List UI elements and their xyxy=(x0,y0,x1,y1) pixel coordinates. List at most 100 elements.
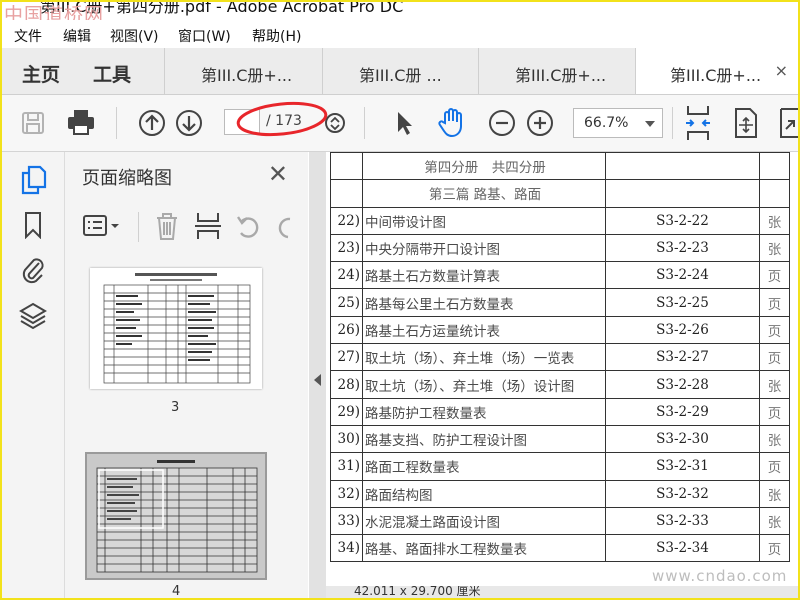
thumbnail-page-number: 3 xyxy=(171,400,180,415)
row-code: S3-2-22 xyxy=(605,206,760,235)
page-thumbnail-4-selected[interactable] xyxy=(87,454,265,578)
menu-help[interactable]: 帮助(H) xyxy=(252,26,301,46)
row-title: 路基每公里土石方数量表 xyxy=(362,288,606,317)
table-row: 34) 路基、路面排水工程数量表 S3-2-34 页 xyxy=(330,534,790,563)
row-number: 26) xyxy=(330,315,363,345)
row-code: S3-2-27 xyxy=(605,343,760,372)
previous-page-icon[interactable] xyxy=(137,108,167,138)
row-code: S3-2-26 xyxy=(605,315,760,345)
row-number: 29) xyxy=(330,397,363,426)
row-number: 23) xyxy=(330,233,363,263)
red-annotation-ellipse-icon xyxy=(236,101,328,137)
row-number: 34) xyxy=(330,534,363,563)
zoom-out-icon[interactable] xyxy=(487,108,517,138)
full-screen-icon[interactable] xyxy=(731,105,761,141)
menu-view[interactable]: 视图(V) xyxy=(110,26,159,46)
thumbnail-options-icon[interactable] xyxy=(82,212,122,240)
doc-tab-label: 第III.C册 ... xyxy=(359,66,442,85)
close-tab-icon[interactable]: × xyxy=(775,61,788,80)
rotate-clockwise-icon[interactable] xyxy=(275,212,295,242)
toolbar: / 173 66.7% xyxy=(2,95,798,152)
row-unit: 页 xyxy=(759,315,790,345)
save-icon[interactable] xyxy=(18,109,48,137)
table-row: 31) 路面工程数量表 S3-2-31 页 xyxy=(330,452,790,481)
navigation-pane-rail xyxy=(2,152,65,598)
layers-icon[interactable] xyxy=(18,300,48,332)
bookmark-icon[interactable] xyxy=(22,210,44,240)
row-code: S3-2-29 xyxy=(605,397,760,426)
panel-collapse-strip[interactable] xyxy=(309,152,326,598)
select-arrow-icon[interactable] xyxy=(390,108,418,138)
panel-title: 页面缩略图 xyxy=(82,168,172,189)
tab-bar: 主页 工具 第III.C册+... 第III.C册 ... 第III.C册+..… xyxy=(2,48,798,95)
zoom-level-select[interactable]: 66.7% xyxy=(573,108,663,138)
row-title: 路基支挡、防护工程设计图 xyxy=(362,424,606,454)
hand-tool-icon[interactable] xyxy=(435,105,469,139)
doc-tab-4-active[interactable]: 第III.C册+... × xyxy=(635,48,798,94)
table-row: 23) 中央分隔带开口设计图 S3-2-23 张 xyxy=(330,233,790,263)
page-preview-icon xyxy=(103,273,251,384)
row-unit: 页 xyxy=(759,261,790,290)
table-row: 30) 路基支挡、防护工程设计图 S3-2-30 张 xyxy=(330,424,790,454)
table-row: 22) 中间带设计图 S3-2-22 张 xyxy=(330,206,790,235)
row-title: 路基土石方数量计算表 xyxy=(362,261,606,290)
row-code: S3-2-32 xyxy=(605,479,760,508)
row-title: 取土坑（场）、弃土堆（场）一览表 xyxy=(362,343,606,372)
row-number: 32) xyxy=(330,479,363,508)
row-number: 27) xyxy=(330,343,363,372)
row-unit: 页 xyxy=(759,288,790,317)
table-row: 29) 路基防护工程数量表 S3-2-29 页 xyxy=(330,397,790,426)
row-number: 31) xyxy=(330,452,363,481)
export-icon[interactable] xyxy=(778,105,798,141)
rotate-counterclockwise-icon[interactable] xyxy=(235,212,263,242)
menu-window[interactable]: 窗口(W) xyxy=(178,26,231,46)
close-panel-icon[interactable]: ✕ xyxy=(268,160,288,188)
tab-home[interactable]: 主页 xyxy=(22,60,60,87)
delete-page-icon[interactable] xyxy=(153,210,181,242)
row-title: 路面工程数量表 xyxy=(362,452,606,481)
status-bar: 42.011 x 29.700 厘米 xyxy=(326,586,798,598)
menu-file[interactable]: 文件 xyxy=(14,26,42,46)
title-bar: 第III.C册+第四分册.pdf - Adobe Acrobat Pro DC … xyxy=(2,2,798,20)
row-unit: 页 xyxy=(759,452,790,481)
row-code: S3-2-25 xyxy=(605,288,760,317)
menu-edit[interactable]: 编辑 xyxy=(63,26,91,46)
toolbar-separator xyxy=(364,107,365,139)
watermark-bottom: www.cndao.com xyxy=(652,567,788,585)
page-preview-icon xyxy=(96,460,258,573)
table-row: 28) 取土坑（场）、弃土堆（场）设计图 S3-2-28 张 xyxy=(330,370,790,399)
tab-tools[interactable]: 工具 xyxy=(93,60,131,87)
row-number: 22) xyxy=(330,206,363,235)
zoom-level-value: 66.7% xyxy=(584,115,629,131)
row-title: 取土坑（场）、弃土堆（场）设计图 xyxy=(362,370,606,399)
row-unit: 张 xyxy=(759,506,790,536)
chevron-down-icon xyxy=(645,121,655,127)
row-number: 25) xyxy=(330,288,363,317)
table-row: 24) 路基土石方数量计算表 S3-2-24 页 xyxy=(330,261,790,290)
doc-tab-1[interactable]: 第III.C册+... xyxy=(164,48,322,94)
row-code: S3-2-23 xyxy=(605,233,760,263)
doc-tab-3[interactable]: 第III.C册+... xyxy=(478,48,636,94)
doc-tab-2[interactable]: 第III.C册 ... xyxy=(322,48,480,94)
section-header: 第三篇 路基、路面 xyxy=(362,179,606,208)
next-page-icon[interactable] xyxy=(174,108,204,138)
row-unit: 页 xyxy=(759,397,790,426)
print-icon[interactable] xyxy=(64,107,98,137)
insert-page-icon[interactable] xyxy=(194,210,222,242)
attachment-icon[interactable] xyxy=(19,253,47,285)
row-number: 33) xyxy=(330,506,363,536)
zoom-in-icon[interactable] xyxy=(525,108,555,138)
toolbar-separator xyxy=(116,107,117,139)
doc-tab-label: 第III.C册+... xyxy=(201,66,293,85)
doc-tab-label: 第III.C册+... xyxy=(670,66,762,85)
row-title: 中央分隔带开口设计图 xyxy=(362,233,606,263)
page-thumbnail-3[interactable] xyxy=(90,268,262,389)
page-thumbnails-icon[interactable] xyxy=(20,164,48,196)
fit-page-icon[interactable] xyxy=(683,103,713,143)
table-row: 26) 路基土石方运量统计表 S3-2-26 页 xyxy=(330,315,790,345)
collapse-panel-icon[interactable] xyxy=(314,374,321,386)
page-thumbnails-panel: 页面缩略图 ✕ 3 4 xyxy=(65,152,362,598)
row-unit: 张 xyxy=(759,424,790,454)
row-unit: 张 xyxy=(759,233,790,263)
document-view[interactable]: 第四分册 共四分册 第三篇 路基、路面 22) 中间带设计图 S3-2-22 张 23)… xyxy=(326,152,798,586)
